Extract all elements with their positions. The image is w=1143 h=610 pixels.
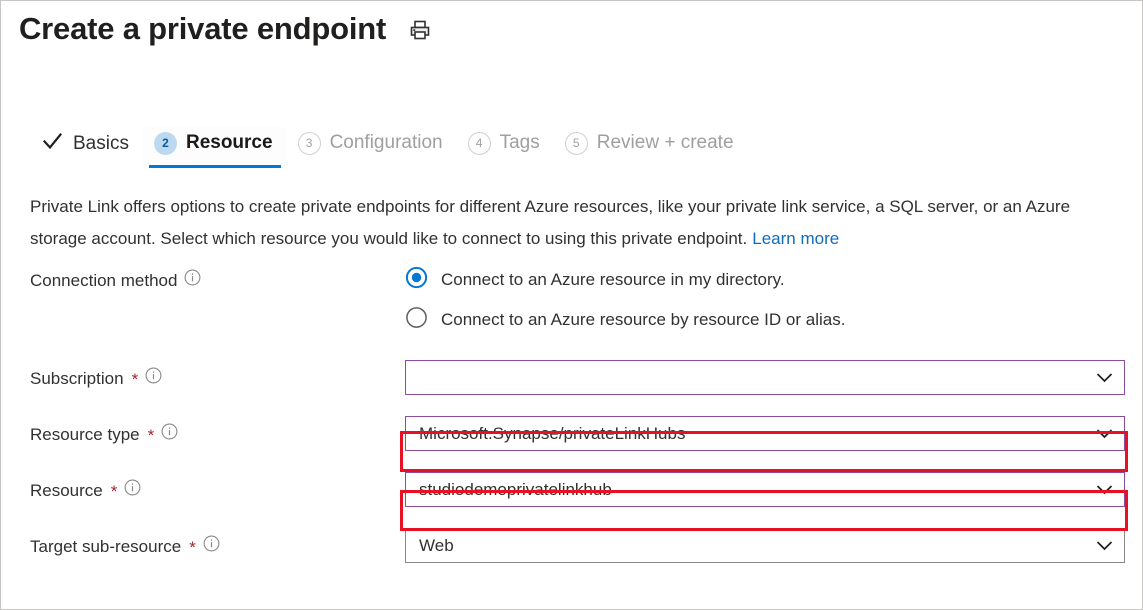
tab-label: Tags	[500, 130, 540, 156]
description-text: Private Link offers options to create pr…	[30, 191, 1115, 255]
radio-unselected-icon	[405, 306, 428, 334]
field-label: Target sub-resource	[30, 535, 181, 559]
field-subscription: Subscription *	[30, 360, 1120, 395]
target-sub-resource-control: Web	[405, 528, 1125, 563]
required-asterisk: *	[148, 427, 155, 444]
resource-type-control: Microsoft.Synapse/privateLinkHubs	[405, 416, 1125, 451]
target-sub-resource-dropdown[interactable]: Web	[405, 528, 1125, 563]
tab-label: Resource	[186, 130, 273, 156]
subscription-control	[405, 360, 1125, 395]
field-label: Subscription	[30, 367, 124, 391]
field-label: Connection method	[30, 269, 177, 293]
required-asterisk: *	[132, 371, 139, 388]
connection-method-options: Connect to an Azure resource in my direc…	[405, 266, 1120, 334]
chevron-down-icon	[1096, 424, 1113, 444]
field-label: Resource type	[30, 423, 140, 447]
tab-label: Configuration	[330, 130, 443, 156]
resource-form: Connection method	[30, 266, 1120, 563]
subscription-dropdown[interactable]	[405, 360, 1125, 395]
tab-label: Basics	[73, 131, 129, 157]
radio-selected-icon	[405, 266, 428, 294]
radio-group: Connect to an Azure resource in my direc…	[405, 266, 1120, 334]
field-resource: Resource * studiodemoprivatelinkhub	[30, 472, 1120, 507]
tab-basics[interactable]: Basics	[30, 127, 143, 170]
tab-step-badge: 2	[154, 132, 177, 155]
resource-dropdown[interactable]: studiodemoprivatelinkhub	[405, 472, 1125, 507]
active-tab-underline	[149, 165, 281, 168]
info-icon[interactable]	[184, 269, 201, 293]
create-private-endpoint-page: Create a private endpoint Basics 2 Resou…	[0, 0, 1143, 610]
dropdown-value: studiodemoprivatelinkhub	[419, 479, 612, 501]
tab-step-badge: 4	[468, 132, 491, 155]
field-connection-method: Connection method	[30, 266, 1120, 334]
wizard-tabs: Basics 2 Resource 3 Configuration 4 Tags…	[30, 127, 748, 170]
resource-label-group: Resource *	[30, 472, 405, 503]
radio-option-resource-id[interactable]: Connect to an Azure resource by resource…	[405, 306, 1120, 334]
field-target-sub-resource: Target sub-resource * Web	[30, 528, 1120, 563]
tab-resource[interactable]: 2 Resource	[143, 127, 287, 168]
info-icon[interactable]	[145, 367, 162, 391]
info-icon[interactable]	[203, 535, 220, 559]
resource-type-dropdown[interactable]: Microsoft.Synapse/privateLinkHubs	[405, 416, 1125, 451]
check-icon	[41, 130, 64, 158]
tab-step-badge: 3	[298, 132, 321, 155]
tab-step-badge: 5	[565, 132, 588, 155]
subscription-label-group: Subscription *	[30, 360, 405, 391]
title-row: Create a private endpoint	[19, 9, 432, 49]
radio-label: Connect to an Azure resource by resource…	[441, 309, 845, 331]
printer-icon[interactable]	[408, 18, 432, 47]
info-icon[interactable]	[161, 423, 178, 447]
required-asterisk: *	[189, 539, 196, 556]
target-sub-resource-label-group: Target sub-resource *	[30, 528, 405, 559]
dropdown-value: Web	[419, 535, 454, 557]
tab-review-create[interactable]: 5 Review + create	[554, 127, 748, 168]
info-icon[interactable]	[124, 479, 141, 503]
chevron-down-icon	[1096, 480, 1113, 500]
chevron-down-icon	[1096, 368, 1113, 388]
tab-configuration[interactable]: 3 Configuration	[287, 127, 457, 168]
chevron-down-icon	[1096, 536, 1113, 556]
required-asterisk: *	[111, 483, 118, 500]
field-resource-type: Resource type * Microsoft.Synapse/privat…	[30, 416, 1120, 451]
resource-type-label-group: Resource type *	[30, 416, 405, 447]
page-title: Create a private endpoint	[19, 9, 386, 49]
description-body: Private Link offers options to create pr…	[30, 197, 1070, 248]
dropdown-value: Microsoft.Synapse/privateLinkHubs	[419, 423, 685, 445]
tab-tags[interactable]: 4 Tags	[457, 127, 554, 168]
learn-more-link[interactable]: Learn more	[752, 229, 839, 248]
connection-method-label-group: Connection method	[30, 266, 405, 293]
tab-label: Review + create	[597, 130, 734, 156]
resource-control: studiodemoprivatelinkhub	[405, 472, 1125, 507]
radio-option-directory[interactable]: Connect to an Azure resource in my direc…	[405, 266, 1120, 294]
radio-label: Connect to an Azure resource in my direc…	[441, 269, 785, 291]
field-label: Resource	[30, 479, 103, 503]
